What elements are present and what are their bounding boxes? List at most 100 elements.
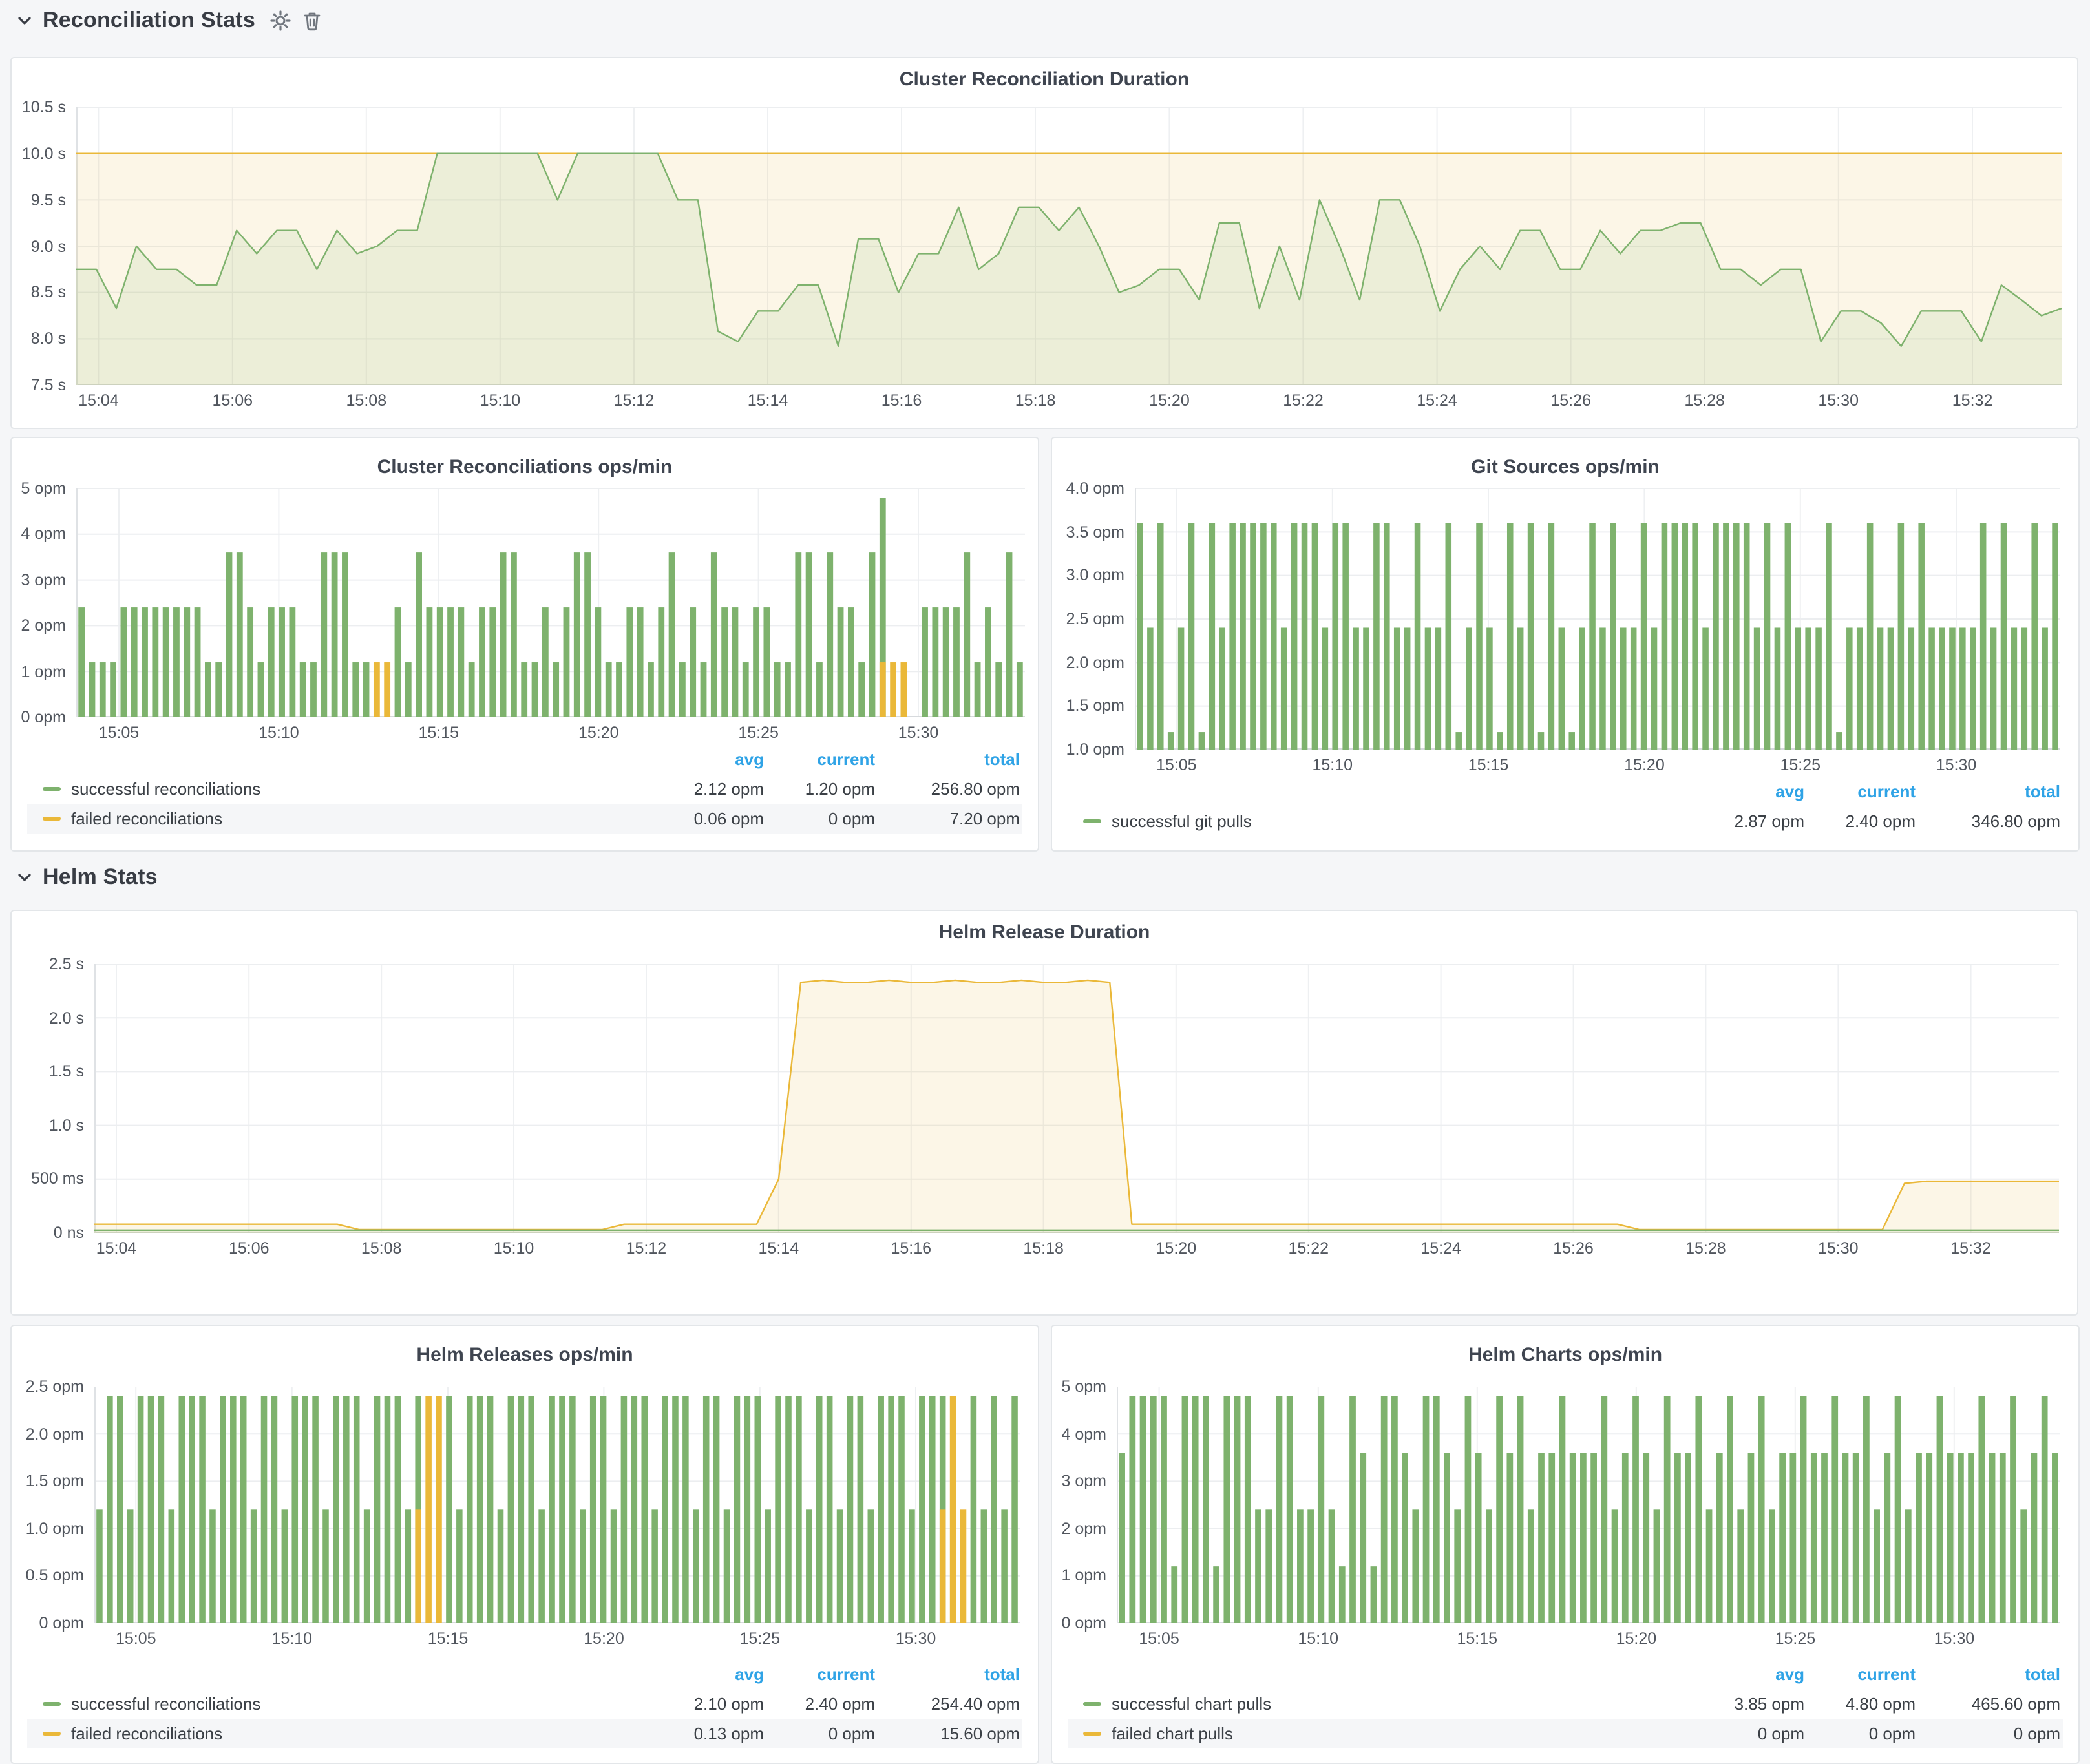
y-axis-tick-label: 10.0 s	[12, 143, 66, 164]
x-axis-tick-label: 15:28	[1663, 392, 1746, 410]
legend-header-row: avg current total	[27, 1659, 1022, 1689]
series-color-dash-icon	[1083, 819, 1101, 823]
y-axis-tick-label: 4 opm	[1052, 1423, 1106, 1444]
y-axis-tick-label: 5 opm	[12, 478, 66, 499]
legend-total-value: 15.60 opm	[878, 1724, 1022, 1743]
y-axis-tick-label: 0 opm	[12, 1613, 84, 1633]
x-axis-tick-label: 15:24	[1400, 1239, 1483, 1257]
legend-row-failed-reconciliations[interactable]: failed reconciliations 0.13 opm 0 opm 15…	[27, 1719, 1022, 1748]
series-color-dash-icon	[1083, 1732, 1101, 1736]
panel-title[interactable]: Git Sources ops/min	[1052, 456, 2078, 478]
x-axis-tick-label: 15:04	[75, 1239, 158, 1257]
x-axis-tick-label: 15:10	[251, 1630, 333, 1648]
x-axis-tick-label: 15:30	[1797, 1239, 1879, 1257]
legend-current-value: 2.40 opm	[1807, 812, 1918, 831]
series-color-dash-icon	[43, 1732, 61, 1736]
section-title[interactable]: Reconciliation Stats	[43, 8, 255, 34]
y-axis-tick-label: 2.0 opm	[1052, 652, 1124, 673]
y-axis-tick-label: 3 opm	[12, 570, 66, 591]
series-color-dash-icon	[1083, 1702, 1101, 1706]
legend-row-successful-reconciliations[interactable]: successful reconciliations 2.12 opm 1.20…	[27, 774, 1022, 804]
x-axis-tick-label: 15:08	[325, 392, 408, 410]
legend-col-avg[interactable]: avg	[648, 750, 766, 769]
x-axis-tick-label: 15:15	[1436, 1630, 1519, 1648]
git-sources-ops-chart[interactable]	[1135, 488, 2060, 750]
legend-col-current[interactable]: current	[1807, 782, 1918, 801]
helm-charts-ops-chart[interactable]	[1117, 1387, 2060, 1623]
legend-col-avg[interactable]: avg	[1688, 782, 1807, 801]
panel-cluster-reconciliations-ops: Cluster Reconciliations ops/min avg curr…	[10, 437, 1039, 852]
y-axis-tick-label: 2.5 opm	[1052, 609, 1124, 629]
legend-label[interactable]: successful reconciliations	[71, 779, 260, 799]
legend-total-value: 256.80 opm	[878, 779, 1022, 799]
x-axis-tick-label: 15:30	[1797, 392, 1880, 410]
legend-col-total[interactable]: total	[878, 1664, 1022, 1684]
x-axis-tick-label: 15:10	[237, 724, 320, 742]
x-axis-tick-label: 15:16	[860, 392, 943, 410]
legend-label[interactable]: failed reconciliations	[71, 1724, 222, 1743]
legend-avg-value: 2.10 opm	[648, 1694, 766, 1714]
legend-row-successful-git-pulls[interactable]: successful git pulls 2.87 opm 2.40 opm 3…	[1068, 806, 2063, 836]
legend-label[interactable]: failed reconciliations	[71, 809, 222, 828]
legend-label[interactable]: failed chart pulls	[1112, 1724, 1233, 1743]
legend-col-total[interactable]: total	[1918, 1664, 2063, 1684]
legend-avg-value: 0.13 opm	[648, 1724, 766, 1743]
section-delete-button[interactable]	[303, 10, 322, 31]
y-axis-tick-label: 1.5 opm	[1052, 696, 1124, 717]
legend-row-failed-chart-pulls[interactable]: failed chart pulls 0 opm 0 opm 0 opm	[1068, 1719, 2063, 1748]
section-helm-stats[interactable]: Helm Stats	[18, 865, 158, 890]
section-reconciliation-stats[interactable]: Reconciliation Stats	[18, 8, 322, 34]
helm-releases-ops-chart[interactable]	[94, 1387, 1020, 1623]
panel-title[interactable]: Helm Releases ops/min	[12, 1344, 1038, 1366]
legend-row-successful-reconciliations[interactable]: successful reconciliations 2.10 opm 2.40…	[27, 1689, 1022, 1719]
x-axis-tick-label: 15:15	[1447, 756, 1530, 774]
legend: avg current total successful git pulls 2…	[1068, 777, 2063, 836]
y-axis-tick-label: 2.0 s	[12, 1007, 84, 1028]
chevron-down-icon	[18, 872, 31, 883]
legend-col-current[interactable]: current	[766, 1664, 878, 1684]
panel-title[interactable]: Cluster Reconciliations ops/min	[12, 456, 1038, 478]
x-axis-tick-label: 15:20	[1595, 1630, 1678, 1648]
legend-col-current[interactable]: current	[766, 750, 878, 769]
cluster-reconciliation-duration-chart[interactable]	[76, 107, 2062, 385]
y-axis-tick-label: 2 opm	[12, 615, 66, 636]
panel-title[interactable]: Helm Charts ops/min	[1052, 1344, 2078, 1366]
x-axis-tick-label: 15:05	[78, 724, 160, 742]
panel-title[interactable]: Cluster Reconciliation Duration	[12, 68, 2077, 90]
panel-helm-release-duration: Helm Release Duration 0 ns500 ms1.0 s1.5…	[10, 910, 2078, 1316]
legend-label[interactable]: successful chart pulls	[1112, 1694, 1271, 1714]
legend-row-successful-chart-pulls[interactable]: successful chart pulls 3.85 opm 4.80 opm…	[1068, 1689, 2063, 1719]
x-axis-tick-label: 15:32	[1931, 392, 2014, 410]
x-axis-tick-label: 15:25	[717, 724, 800, 742]
x-axis-tick-label: 15:25	[1754, 1630, 1837, 1648]
cluster-reconciliations-ops-chart[interactable]	[76, 488, 1025, 717]
y-axis-tick-label: 5 opm	[1052, 1376, 1106, 1397]
y-axis-tick-label: 500 ms	[12, 1169, 84, 1190]
panel-git-sources-ops: Git Sources ops/min avg current total su…	[1051, 437, 2080, 852]
legend-col-total[interactable]: total	[878, 750, 1022, 769]
x-axis-tick-label: 15:18	[994, 392, 1077, 410]
legend-label[interactable]: successful reconciliations	[71, 1694, 260, 1714]
legend-label[interactable]: successful git pulls	[1112, 812, 1252, 831]
legend-row-failed-reconciliations[interactable]: failed reconciliations 0.06 opm 0 opm 7.…	[27, 804, 1022, 834]
x-axis-tick-label: 15:25	[1759, 756, 1842, 774]
y-axis-tick-label: 3.5 opm	[1052, 521, 1124, 542]
legend-col-total[interactable]: total	[1918, 782, 2063, 801]
helm-release-duration-chart[interactable]	[94, 964, 2059, 1233]
x-axis-tick-label: 15:30	[877, 724, 960, 742]
section-settings-button[interactable]	[271, 10, 291, 31]
legend-col-avg[interactable]: avg	[648, 1664, 766, 1684]
x-axis-tick-label: 15:16	[870, 1239, 953, 1257]
y-axis-tick-label: 0 opm	[1052, 1613, 1106, 1633]
y-axis-tick-label: 3.0 opm	[1052, 565, 1124, 586]
panel-cluster-reconciliation-duration: Cluster Reconciliation Duration 7.5 s8.0…	[10, 57, 2078, 429]
legend-current-value: 4.80 opm	[1807, 1694, 1918, 1714]
panel-title[interactable]: Helm Release Duration	[12, 921, 2077, 943]
legend-col-avg[interactable]: avg	[1688, 1664, 1807, 1684]
section-title[interactable]: Helm Stats	[43, 865, 158, 890]
legend-header-row: avg current total	[1068, 1659, 2063, 1689]
y-axis-tick-label: 2.5 s	[12, 954, 84, 974]
y-axis-tick-label: 3 opm	[1052, 1471, 1106, 1491]
legend-col-current[interactable]: current	[1807, 1664, 1918, 1684]
x-axis-tick-label: 15:10	[1277, 1630, 1360, 1648]
